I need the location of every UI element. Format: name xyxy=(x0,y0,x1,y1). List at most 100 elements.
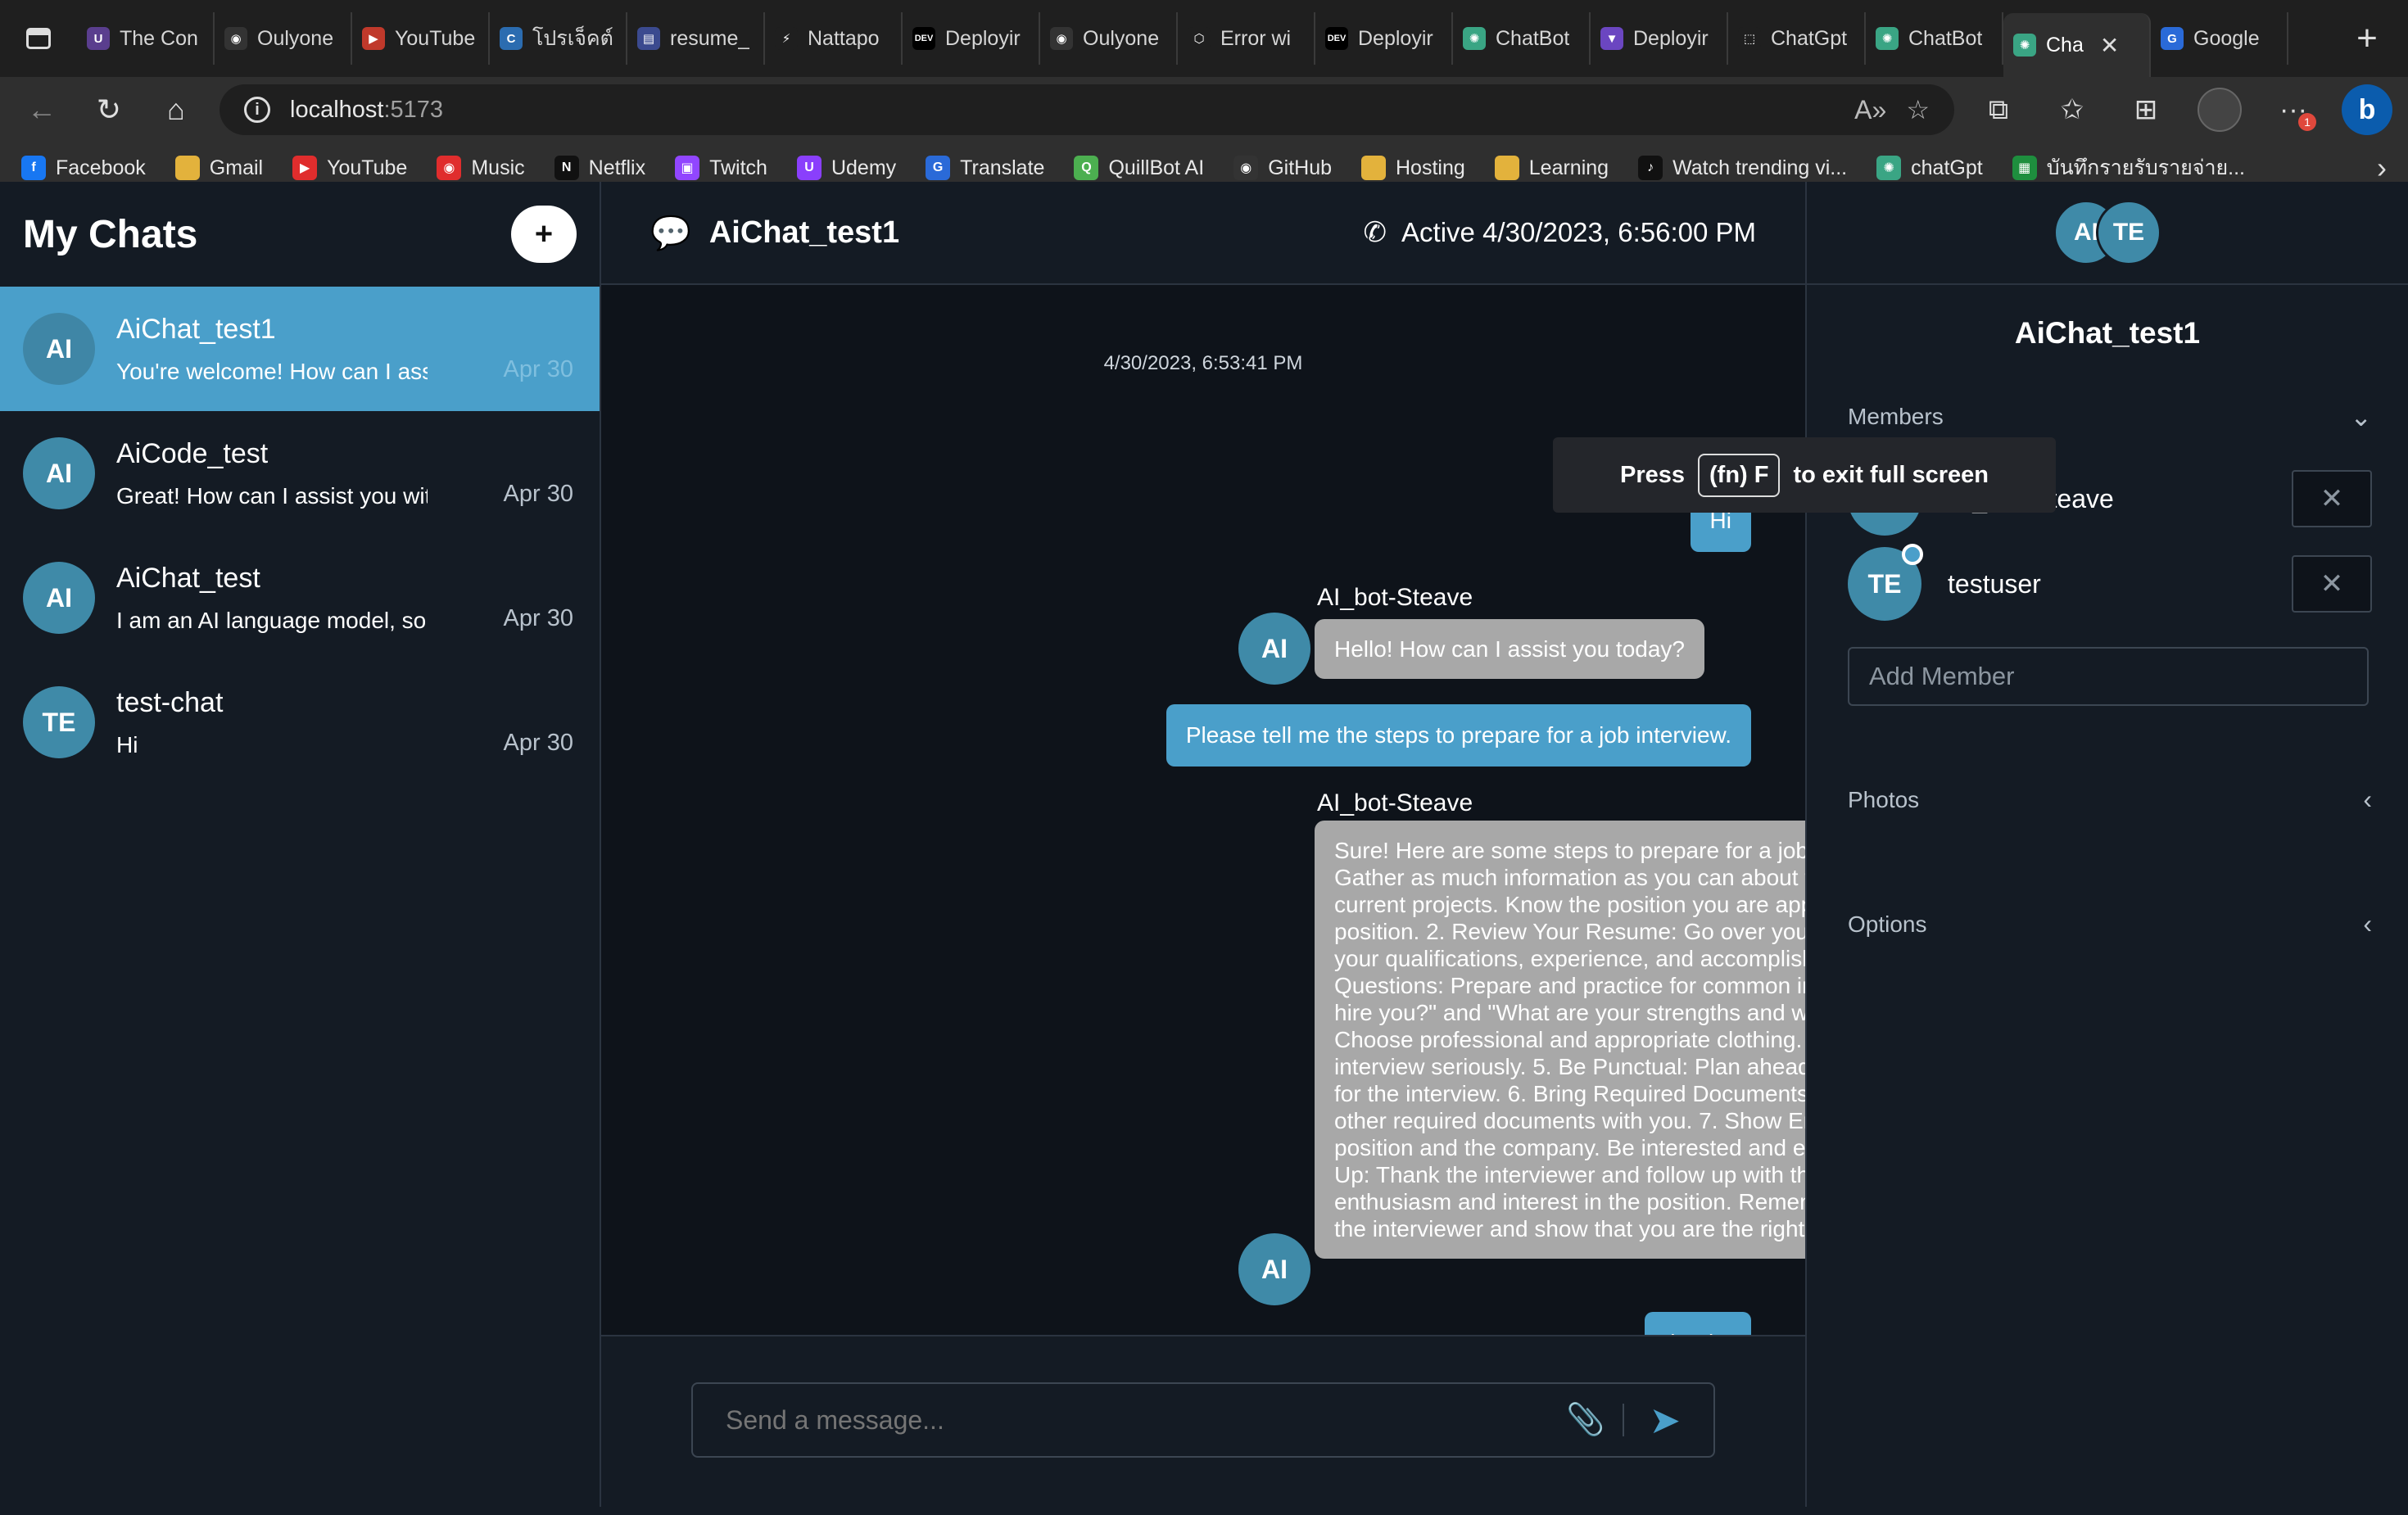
browser-tab[interactable]: ◉ Oulyone xyxy=(215,12,352,65)
browser-tab[interactable]: DEV Deployir xyxy=(903,12,1040,65)
browser-tab[interactable]: U The Con xyxy=(77,12,215,65)
browser-tab[interactable]: ✺ ChatBot xyxy=(1453,12,1591,65)
browser-tab[interactable]: ✺ Cha ✕ xyxy=(2003,13,2151,77)
tab-title: Deployir xyxy=(945,26,1021,50)
browser-tab[interactable]: ▤ resume_ xyxy=(627,12,765,65)
browser-tab[interactable]: ⚡ Nattapo xyxy=(765,12,903,65)
favorites-button[interactable]: ✩ xyxy=(2043,80,2102,139)
read-aloud-icon[interactable]: A» xyxy=(1854,95,1886,125)
bookmark-item[interactable]: Q QuillBot AI xyxy=(1074,156,1204,180)
bing-icon: b xyxy=(2342,84,2392,135)
send-icon[interactable]: ➤ xyxy=(1649,1398,1681,1442)
tab-title: YouTube xyxy=(395,26,476,50)
bookmarks-more-button[interactable]: › xyxy=(2377,151,2387,185)
bookmark-item[interactable]: ▣ Twitch xyxy=(675,156,767,180)
github-icon: ◉ xyxy=(1233,156,1259,180)
message-input[interactable] xyxy=(726,1404,1567,1436)
extensions-button[interactable]: ⧉ xyxy=(1969,80,2028,139)
chevron-left-icon: ‹ xyxy=(2363,909,2372,938)
site-info-icon[interactable]: i xyxy=(244,97,270,123)
refresh-button[interactable]: ↻ xyxy=(79,79,139,140)
doc-icon: ▤ xyxy=(637,27,660,50)
bookmark-item[interactable]: ◉ GitHub xyxy=(1233,156,1332,180)
settings-menu-button[interactable]: ··· 1 xyxy=(2264,80,2323,139)
bookmark-item[interactable]: Gmail xyxy=(174,156,263,180)
browser-tab[interactable]: C โปรเจ็คต์ xyxy=(490,12,627,65)
bookmark-label: Translate xyxy=(960,156,1045,179)
bookmark-label: Music xyxy=(471,156,525,179)
browser-tab[interactable]: ✺ ChatBot xyxy=(1866,12,2003,65)
options-section-toggle[interactable]: Options ‹ xyxy=(1848,909,2372,939)
browser-tab[interactable]: ▼ Deployir xyxy=(1591,12,1728,65)
address-bar[interactable]: i localhost:5173 A» ☆ xyxy=(220,84,1954,135)
chat-avatars: AI TE xyxy=(2053,200,2161,265)
chat-avatar: TE xyxy=(23,686,95,758)
new-chat-button[interactable]: + xyxy=(511,206,577,263)
attach-icon[interactable]: 📎 xyxy=(1566,1402,1605,1438)
bookmark-item[interactable]: ♪ Watch trending vi... xyxy=(1638,156,1847,180)
tab-title: Error wi xyxy=(1220,26,1292,50)
tab-actions-button[interactable] xyxy=(0,0,77,77)
members-section-toggle[interactable]: Members ⌄ xyxy=(1848,401,2372,432)
url-text[interactable]: localhost:5173 xyxy=(290,97,443,124)
sheets-icon: ▦ xyxy=(2012,156,2037,180)
chat-app: My Chats + AI AiChat_test1 You're welcome!… xyxy=(0,182,2408,1507)
chat-last-message: Hi xyxy=(116,731,138,758)
member-row: TE testuser ✕ xyxy=(1848,544,2372,621)
bookmark-label: Learning xyxy=(1528,156,1609,179)
bookmark-item[interactable]: ✺ chatGpt xyxy=(1876,156,1983,180)
browser-tab[interactable]: ⬚ ChatGpt xyxy=(1728,12,1866,65)
chat-list-item[interactable]: AI AiCode_test Great! How can I assist you… xyxy=(0,411,600,536)
chat-list-item[interactable]: TE test-chat Hi Apr 30 xyxy=(0,660,600,785)
tab-title: Oulyone xyxy=(1083,26,1160,50)
chat-date: Apr 30 xyxy=(503,605,573,631)
bookmark-label: Hosting xyxy=(1396,156,1465,179)
cube-icon: ⬡ xyxy=(1188,27,1211,50)
dev-icon: DEV xyxy=(912,27,935,50)
browser-tab[interactable]: DEV Deployir xyxy=(1315,12,1453,65)
bookmark-item[interactable]: N Netflix xyxy=(554,156,645,180)
translate-icon: G xyxy=(926,156,951,180)
back-button[interactable]: ← xyxy=(11,79,72,140)
add-member-input[interactable]: Add Member xyxy=(1848,647,2369,706)
tab-title: Deployir xyxy=(1358,26,1433,50)
openai-icon: ✺ xyxy=(2013,34,2036,57)
chat-date: Apr 30 xyxy=(503,730,573,756)
bookmark-item[interactable]: G Translate xyxy=(926,156,1044,180)
home-button[interactable]: ⌂ xyxy=(146,79,206,140)
home-icon: ⌂ xyxy=(167,93,185,126)
profile-button[interactable] xyxy=(2190,80,2249,139)
tab-title: โปรเจ็คต์ xyxy=(532,27,613,50)
browser-tab[interactable]: ⬡ Error wi xyxy=(1178,12,1315,65)
youtube-icon: ▶ xyxy=(292,156,318,180)
vite-icon: ▼ xyxy=(1600,27,1623,50)
bookmark-item[interactable]: U Udemy xyxy=(796,156,896,180)
toast-key: (fn) F xyxy=(1698,453,1781,497)
bing-button[interactable]: b xyxy=(2338,80,2397,139)
tab-title: Deployir xyxy=(1633,26,1709,50)
chat-list-item[interactable]: AI AiChat_test I am an AI language model, … xyxy=(0,536,600,660)
message-sender: AI_bot-Steave xyxy=(1317,789,1473,816)
browser-tab[interactable]: ▶ YouTube xyxy=(352,12,490,65)
collections-button[interactable]: ⊞ xyxy=(2116,80,2175,139)
bookmark-item[interactable]: ▦ บันทึกรายรับรายจ่าย... xyxy=(2012,152,2245,184)
bookmark-item[interactable]: Hosting xyxy=(1361,156,1465,180)
chat-list-item[interactable]: AI AiChat_test1 You're welcome! How can I … xyxy=(0,287,600,411)
close-tab-icon[interactable]: ✕ xyxy=(2100,32,2119,59)
new-tab-button[interactable]: + xyxy=(2342,14,2392,63)
bookmark-label: chatGpt xyxy=(1911,156,1983,179)
browser-tab[interactable]: G Google xyxy=(2151,12,2288,65)
remove-member-button[interactable]: ✕ xyxy=(2292,555,2372,613)
bookmark-item[interactable]: ◉ Music xyxy=(437,156,525,180)
remove-member-button[interactable]: ✕ xyxy=(2292,470,2372,527)
bookmark-item[interactable]: f Facebook xyxy=(21,156,146,180)
add-favorite-icon[interactable]: ☆ xyxy=(1906,94,1930,125)
photos-section-toggle[interactable]: Photos ‹ xyxy=(1848,785,2372,815)
bookmark-item[interactable]: ▶ YouTube xyxy=(292,156,407,180)
bookmark-item[interactable]: Learning xyxy=(1494,156,1609,180)
browser-tab[interactable]: ◉ Oulyone xyxy=(1040,12,1178,65)
bolt-icon: ⚡ xyxy=(775,27,798,50)
options-label: Options xyxy=(1848,911,1927,937)
tab-title: Google xyxy=(2193,26,2260,50)
chat-list-sidebar: My Chats + AI AiChat_test1 You're welcome!… xyxy=(0,182,601,1507)
